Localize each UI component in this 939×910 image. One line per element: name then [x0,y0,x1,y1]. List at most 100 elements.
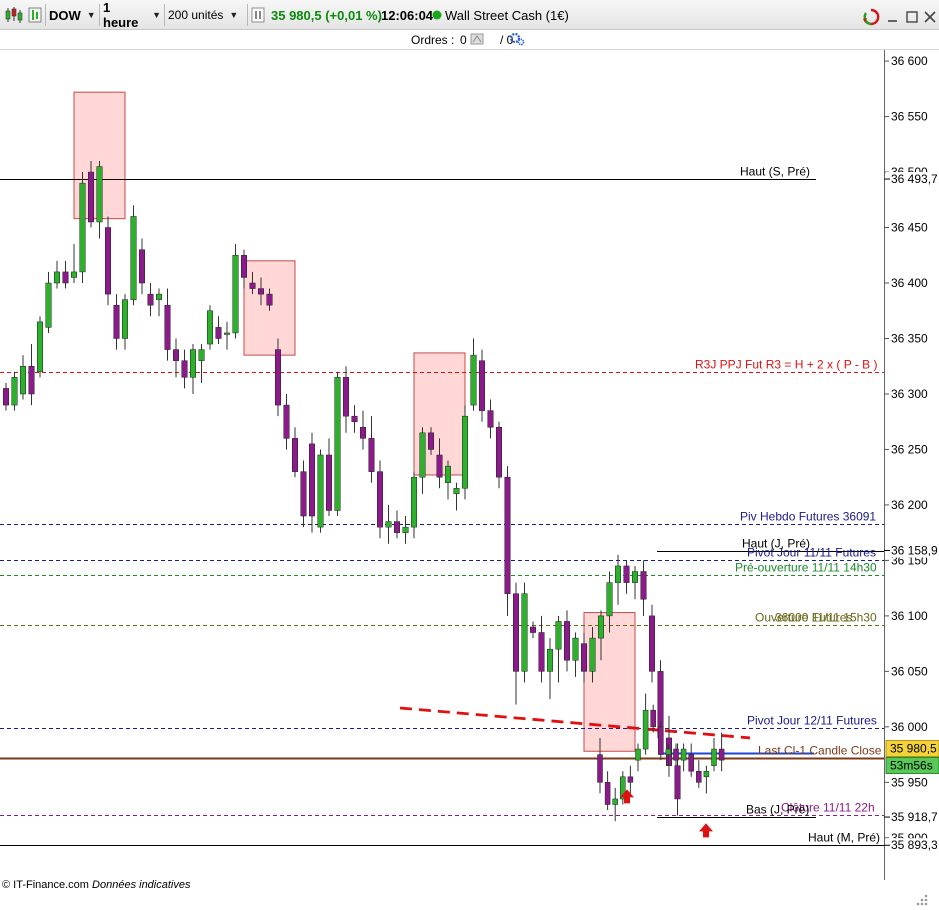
y-tick-label: 35 950 [891,775,928,789]
level-labels: Haut (S, Pré) R3J PPJ Fut R3 = H + 2 x ( … [695,165,882,845]
info-icon[interactable] [251,4,265,26]
candle-body [300,471,307,517]
candle [96,160,103,239]
candle-body [96,166,103,223]
candle-body [649,615,655,672]
candle [232,244,239,339]
refresh-icon[interactable] [862,6,880,28]
candle [718,732,725,772]
price-chart[interactable]: Haut (S, Pré) R3J PPJ Fut R3 = H + 2 x ( … [0,50,939,880]
candle-body [334,377,341,511]
orders-label: Ordres : [411,33,455,47]
candle [604,771,611,811]
bar-chart-icon[interactable] [28,4,42,26]
candle-body [572,637,579,661]
candle-body [428,432,434,450]
candle [71,244,77,284]
candle [326,438,332,517]
candle-body [224,332,230,335]
orders-bar: Ordres : 0 / 0 [0,30,939,50]
candle [45,271,52,333]
candle-body [589,637,596,672]
candle-body [130,216,137,300]
maximize-icon[interactable] [905,6,919,28]
candle [28,344,35,406]
candle [453,482,460,511]
candle [419,427,426,494]
order-book-icon[interactable] [470,33,484,48]
timer-label: 53m56s [890,758,933,772]
candlestick-chart-icon[interactable] [4,4,24,26]
candle [283,393,290,450]
level-label: Bas (J, Pré) [746,803,809,817]
candle-body [411,476,417,528]
y-tick-label: 36 400 [891,276,928,290]
candle-body [604,782,611,805]
candle-body [326,454,332,511]
level-label: 36000 Futures [775,611,852,625]
candle [711,737,717,772]
candle [292,427,298,478]
chevron-down-icon: ▼ [229,10,239,20]
candle-body [11,377,18,406]
candle [11,371,18,411]
candle [351,405,358,433]
candle [224,321,230,350]
candle-body [564,621,570,661]
resize-grip-icon[interactable] [910,888,930,910]
candle-body [351,415,358,422]
candle-body [317,454,324,528]
level-tag-label: 35 893,3 [891,838,938,852]
toolbar-separator [164,4,165,26]
candle-body [54,271,60,284]
minimize-icon[interactable] [886,6,900,28]
quote-time: 12:06:04 [381,7,434,23]
candle-body [650,709,656,728]
candle-body [688,754,694,772]
candle-body [504,476,511,594]
candle [680,743,687,772]
candle [164,288,171,361]
toolbar-separator [247,4,248,26]
candle [309,432,315,533]
candle-body [640,571,647,600]
gear-icon[interactable] [509,32,525,49]
y-tick-label: 36 250 [891,442,928,456]
candle-body [385,521,392,528]
data-source-note: © IT-Finance.com Données indicatives [2,879,190,891]
candle [385,504,392,544]
candle-body [343,377,349,417]
candle-body [632,571,638,583]
candle [173,338,179,378]
candle-body [680,748,687,761]
y-tick-label: 36 050 [891,664,928,678]
candle-body [453,488,460,495]
close-icon[interactable] [924,6,936,28]
candle [640,560,647,616]
candle-body [419,432,426,478]
candle-body [181,360,188,378]
y-tick-label: 36 350 [891,331,928,345]
symbol-selector[interactable]: DOW ▼ [49,4,97,26]
candle-body [606,582,613,617]
candle [113,294,120,350]
units-selector[interactable]: 200 unités ▼ [168,4,244,26]
candle [504,466,511,616]
toolbar-separator [99,4,100,26]
market-name: Wall Street Cash (1€) [445,7,569,23]
candle-body [703,770,710,778]
level-label: Haut (S, Pré) [740,165,810,179]
candle-body [258,288,264,295]
candle-body [394,521,400,533]
candle-body [555,621,562,650]
candle-body [283,404,290,439]
candle-body [45,282,52,328]
candle [658,721,664,761]
disclaimer-text: Données indicatives [92,879,191,891]
candle [632,565,638,600]
y-tick-label: 36 300 [891,387,928,401]
period-selector[interactable]: 1 heure ▼ [103,0,161,30]
candle-body [470,354,477,406]
candle [547,638,553,700]
candle [411,471,417,539]
